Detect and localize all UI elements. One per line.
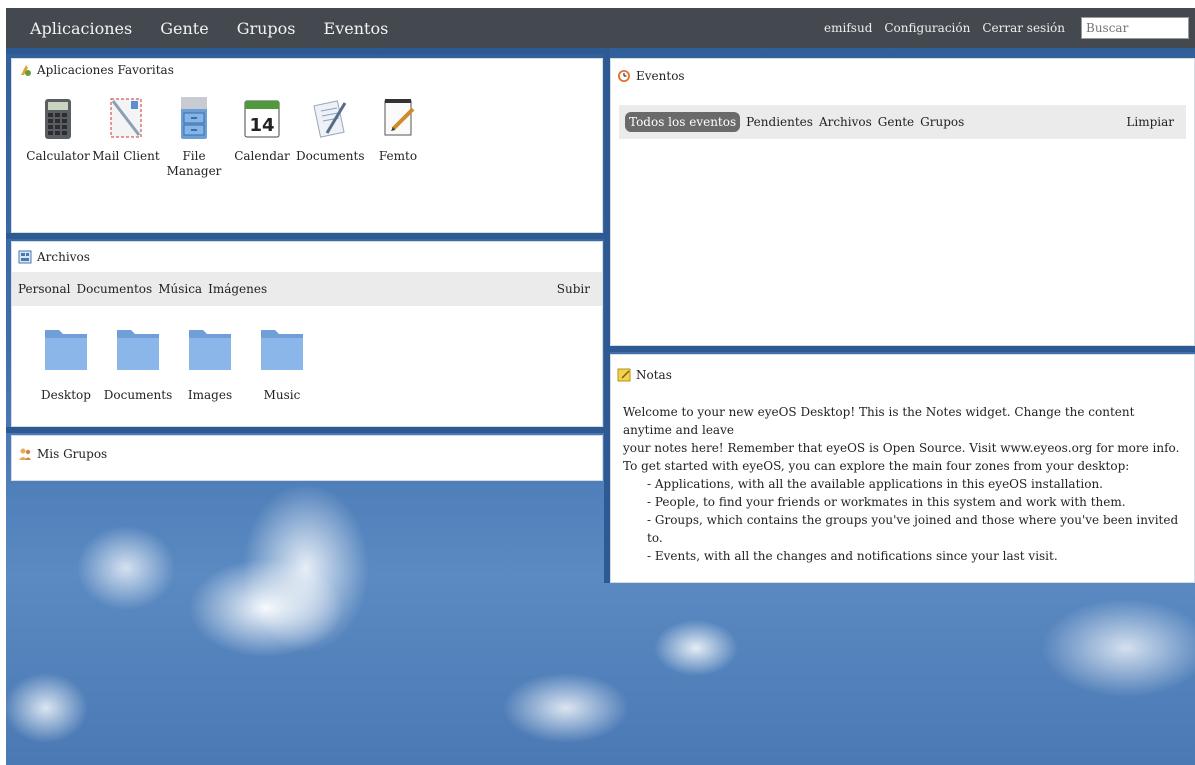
folder-label: Desktop: [41, 388, 91, 402]
folder-music[interactable]: Music: [246, 324, 318, 402]
settings-link[interactable]: Configuración: [884, 21, 970, 35]
events-header: Eventos: [611, 59, 1194, 93]
widget-separator: [6, 48, 604, 54]
favorites-icon: [21, 65, 31, 76]
events-widget: Eventos Todos los eventos Pendientes Arc…: [610, 58, 1195, 346]
top-bar: Aplicaciones Gente Grupos Eventos emifsu…: [6, 8, 1195, 48]
search-input[interactable]: [1081, 17, 1189, 39]
groups-header: Mis Grupos: [12, 436, 602, 472]
files-widget: Archivos Personal Documentos Música Imág…: [11, 241, 603, 427]
app-label: File Manager: [166, 149, 222, 178]
username-link[interactable]: emifsud: [824, 21, 872, 35]
widget-separator: [6, 427, 604, 433]
notes-line: your notes here! Remember that eyeOS is …: [623, 441, 1180, 455]
app-calculator[interactable]: Calculator: [24, 93, 92, 179]
notes-line: Welcome to your new eyeOS Desktop! This …: [623, 405, 1135, 437]
folder-label: Documents: [103, 388, 173, 402]
notepad-icon: [384, 99, 415, 136]
tab-images[interactable]: Imágenes: [208, 282, 267, 296]
tab-documents[interactable]: Documentos: [76, 282, 152, 296]
calculator-icon: [45, 99, 71, 139]
folder-images[interactable]: Images: [174, 324, 246, 402]
app-documents[interactable]: Documents: [296, 93, 364, 179]
events-tabs: Todos los eventos Pendientes Archivos Ge…: [619, 105, 1186, 139]
app-femto[interactable]: Femto: [364, 93, 432, 179]
app-label: Calculator: [26, 149, 90, 163]
notes-widget: Notas Welcome to your new eyeOS Desktop!…: [610, 354, 1195, 583]
notes-header: Notas: [611, 355, 1194, 395]
notes-list-item: - Events, with all the changes and notif…: [647, 549, 1058, 563]
app-file-manager[interactable]: File Manager: [160, 93, 228, 179]
groups-icon: [19, 448, 31, 460]
calendar-icon: 14: [244, 100, 280, 138]
user-menu: emifsud Configuración Cerrar sesión: [812, 17, 1195, 39]
tab-pending[interactable]: Pendientes: [746, 115, 813, 129]
clock-icon: [618, 70, 630, 82]
note-icon: [617, 368, 631, 382]
files-tabs: Personal Documentos Música Imágenes Subi…: [12, 272, 602, 306]
favorites-widget: Aplicaciones Favoritas Calculator Mail C…: [11, 58, 603, 233]
events-title: Eventos: [636, 69, 685, 83]
groups-widget: Mis Grupos: [11, 435, 603, 481]
folder-icon: [45, 330, 87, 370]
tab-all-events[interactable]: Todos los eventos: [625, 112, 741, 132]
app-label: Mail Client: [92, 149, 160, 163]
groups-title: Mis Grupos: [37, 447, 108, 461]
documents-icon: [313, 100, 347, 138]
app-label: Calendar: [234, 149, 290, 163]
widget-separator: [610, 346, 1195, 352]
tab-music[interactable]: Música: [158, 282, 202, 296]
folder-desktop[interactable]: Desktop: [30, 324, 102, 402]
favorites-app-list: Calculator Mail Client File Manager 14 C…: [12, 81, 602, 179]
main-nav: Aplicaciones Gente Grupos Eventos: [30, 19, 416, 38]
file-manager-icon: [181, 97, 207, 139]
files-icon: [18, 250, 32, 264]
notes-content[interactable]: Welcome to your new eyeOS Desktop! This …: [611, 395, 1194, 573]
widget-separator: [6, 233, 604, 239]
folder-icon: [189, 330, 231, 370]
folder-documents[interactable]: Documents: [102, 324, 174, 402]
nav-groups[interactable]: Grupos: [237, 19, 296, 38]
favorites-title: Aplicaciones Favoritas: [37, 63, 174, 77]
app-mail-client[interactable]: Mail Client: [92, 93, 160, 179]
folder-icon: [261, 330, 303, 370]
folder-label: Images: [187, 388, 233, 402]
notes-list-item: - Applications, with all the available a…: [647, 477, 1103, 491]
tab-groups[interactable]: Grupos: [920, 115, 964, 129]
calendar-day: 14: [249, 115, 274, 136]
nav-applications[interactable]: Aplicaciones: [30, 19, 132, 38]
app-label: Documents: [296, 149, 365, 163]
notes-line: To get started with eyeOS, you can explo…: [623, 459, 1130, 473]
files-header: Archivos: [12, 242, 602, 272]
folder-label: Music: [263, 388, 301, 402]
upload-button[interactable]: Subir: [557, 282, 590, 296]
nav-events[interactable]: Eventos: [324, 19, 389, 38]
notes-title: Notas: [636, 368, 672, 382]
tab-people[interactable]: Gente: [878, 115, 914, 129]
folder-icon: [117, 330, 159, 370]
notes-list-item: - Groups, which contains the groups you'…: [647, 513, 1179, 545]
favorites-header: Aplicaciones Favoritas: [12, 59, 602, 81]
tab-personal[interactable]: Personal: [18, 282, 70, 296]
tab-files[interactable]: Archivos: [819, 115, 872, 129]
clear-button[interactable]: Limpiar: [1126, 115, 1174, 129]
app-label: Femto: [378, 149, 418, 163]
mail-client-icon: [110, 98, 142, 138]
logout-link[interactable]: Cerrar sesión: [982, 21, 1065, 35]
files-title: Archivos: [37, 250, 90, 264]
folder-list: Desktop Documents Images Music: [12, 306, 602, 402]
notes-list-item: - People, to find your friends or workma…: [647, 495, 1126, 509]
nav-people[interactable]: Gente: [160, 19, 208, 38]
app-calendar[interactable]: 14 Calendar: [228, 93, 296, 179]
